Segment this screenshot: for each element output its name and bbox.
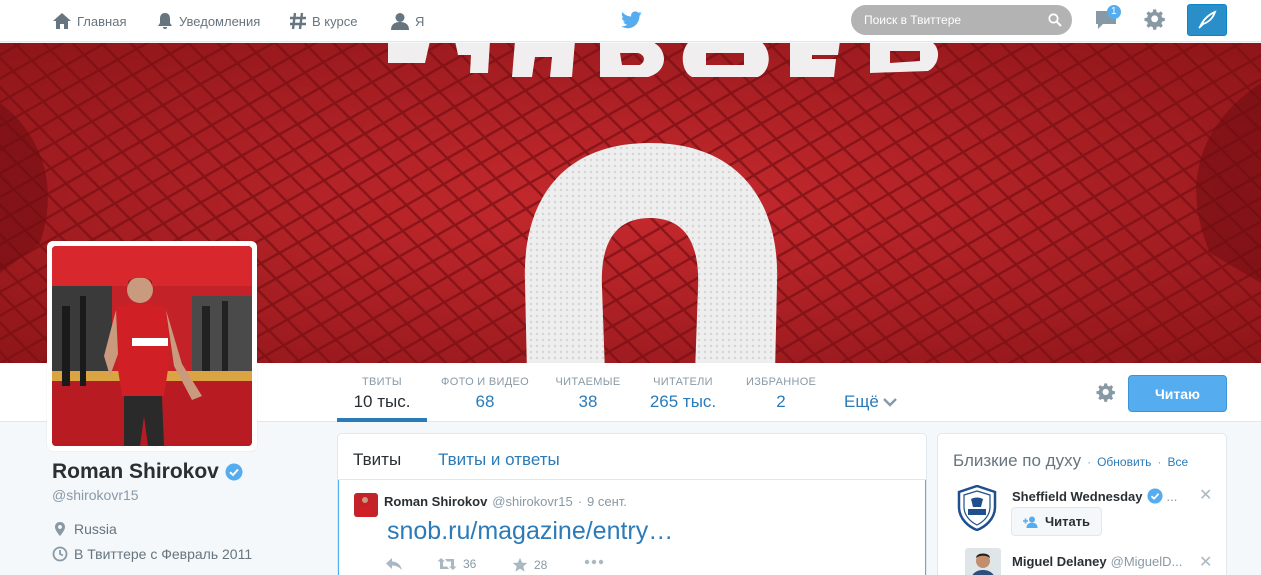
dismiss-suggestion-close-icon[interactable]: ✕ xyxy=(1199,552,1212,572)
nav-discover-label: В курсе xyxy=(312,13,358,29)
tweets-timeline: Твиты Твиты и ответы Roman Shirokov @shi… xyxy=(337,433,927,575)
tweet-author-avatar[interactable] xyxy=(354,493,378,517)
stat-photos-value: 68 xyxy=(475,392,495,411)
timeline-tabs: Твиты Твиты и ответы xyxy=(338,434,926,480)
stat-followers[interactable]: ЧИТАТЕЛИ 265 тыс. xyxy=(645,376,721,412)
location-text: Russia xyxy=(74,521,117,537)
person-icon xyxy=(391,13,409,30)
refresh-link[interactable]: Обновить xyxy=(1097,455,1151,469)
profile-settings-gear-icon[interactable] xyxy=(1096,383,1116,403)
tweet-item[interactable]: Roman Shirokov @shirokovr15 · 9 сент. sn… xyxy=(338,480,926,575)
messages-badge: 1 xyxy=(1107,5,1121,19)
stat-tweets[interactable]: ТВИТЫ 10 тыс. xyxy=(352,376,412,412)
tweet-author-handle[interactable]: @shirokovr15 xyxy=(492,494,572,509)
nav-notifications-label: Уведомления xyxy=(179,13,261,29)
stat-favorites-label: ИЗБРАННОЕ xyxy=(746,376,817,388)
who-to-follow-title: Близкие по духу xyxy=(953,451,1082,470)
reply-icon xyxy=(386,558,402,570)
tweet-header: Roman Shirokov @shirokovr15 · 9 сент. xyxy=(384,494,627,509)
stat-photos-label: ФОТО И ВИДЕО xyxy=(441,376,529,388)
following-button[interactable]: Читаю xyxy=(1128,375,1227,412)
nav-home-label: Главная xyxy=(77,13,127,29)
twitter-bird-icon[interactable] xyxy=(621,11,642,29)
sheffield-wednesday-crest[interactable] xyxy=(957,485,997,531)
tweet-link[interactable]: snob.ru/magazine/entry… xyxy=(387,517,673,546)
compose-tweet-button[interactable] xyxy=(1187,4,1227,36)
view-all-link[interactable]: Все xyxy=(1167,455,1188,469)
nav-me-label: Я xyxy=(415,13,425,29)
tab-tweets[interactable]: Твиты xyxy=(353,450,401,470)
top-navigation-bar: Главная Уведомления В курсе Я Поиск в Тв… xyxy=(0,0,1261,42)
tweet-date[interactable]: 9 сент. xyxy=(587,494,627,509)
avatar-photo xyxy=(52,246,252,446)
stat-followers-label: ЧИТАТЕЛИ xyxy=(653,376,713,388)
retweet-icon xyxy=(437,558,457,570)
dismiss-suggestion-close-icon[interactable]: ✕ xyxy=(1199,485,1212,505)
tweet-author-name[interactable]: Roman Shirokov xyxy=(384,494,487,509)
clock-icon xyxy=(52,546,68,562)
profile-name-text: Roman Shirokov xyxy=(52,460,219,483)
chevron-down-icon xyxy=(882,398,897,407)
active-tab-underline xyxy=(337,418,427,422)
stat-tweets-label: ТВИТЫ xyxy=(362,376,402,388)
follow-suggestion-label: Читать xyxy=(1044,514,1091,529)
link-separator: · xyxy=(1157,455,1162,469)
compose-quill-icon xyxy=(1198,10,1217,29)
nav-me[interactable]: Я xyxy=(390,0,424,42)
nav-notifications[interactable]: Уведомления xyxy=(156,0,260,42)
bell-icon xyxy=(158,13,172,29)
more-label: Ещё xyxy=(844,392,879,411)
location-pin-icon xyxy=(55,522,65,536)
suggestion-name[interactable]: Sheffield Wednesday xyxy=(1012,489,1143,504)
search-placeholder: Поиск в Твиттере xyxy=(864,13,962,27)
stat-following-label: ЧИТАЕМЫЕ xyxy=(555,376,621,388)
retweet-count: 36 xyxy=(463,557,477,571)
tab-tweets-and-replies[interactable]: Твиты и ответы xyxy=(438,450,560,470)
stat-favorites[interactable]: ИЗБРАННОЕ 2 xyxy=(746,376,816,412)
stat-photos-videos[interactable]: ФОТО И ВИДЕО 68 xyxy=(440,376,530,412)
verified-badge-icon xyxy=(1146,488,1163,504)
favorite-action[interactable]: 28 xyxy=(512,557,547,573)
profile-handle[interactable]: @shirokovr15 xyxy=(52,487,139,503)
suggestion-name[interactable]: Miguel Delaney xyxy=(1012,554,1107,569)
profile-avatar[interactable] xyxy=(47,241,257,451)
nav-discover[interactable]: В курсе xyxy=(289,0,357,42)
title-separator: · xyxy=(1087,455,1092,469)
tweet-separator: · xyxy=(577,494,583,509)
more-actions[interactable] xyxy=(584,559,604,565)
verified-badge-icon xyxy=(225,463,243,481)
profile-location: Russia xyxy=(52,521,117,537)
star-icon xyxy=(512,557,528,572)
home-icon xyxy=(53,13,71,29)
profile-name: Roman Shirokov xyxy=(52,460,243,484)
stat-favorites-value: 2 xyxy=(776,392,786,411)
tweet-avatar-image xyxy=(354,493,378,517)
search-input[interactable]: Поиск в Твиттере xyxy=(851,5,1072,35)
favorite-count: 28 xyxy=(534,558,548,572)
suggestion-avatar-miguel-delaney[interactable] xyxy=(965,548,1001,575)
suggestion-miguel-delaney[interactable]: Miguel Delaney @MiguelD... xyxy=(1012,554,1182,569)
stat-following[interactable]: ЧИТАЕМЫЕ 38 xyxy=(555,376,621,412)
hashtag-icon xyxy=(290,12,306,30)
suggestion-sheffield-wednesday[interactable]: Sheffield Wednesday ... xyxy=(1012,488,1177,504)
retweet-action[interactable]: 36 xyxy=(437,557,476,571)
add-user-icon xyxy=(1022,516,1038,528)
settings-gear-icon[interactable] xyxy=(1144,9,1166,31)
suggestion-handle: @MiguelD... xyxy=(1110,554,1183,569)
reply-action[interactable] xyxy=(385,557,403,571)
profile-joined-date: В Твиттере с Февраль 2011 xyxy=(52,546,252,562)
search-icon[interactable] xyxy=(1048,13,1062,27)
nav-home[interactable]: Главная xyxy=(52,0,126,42)
stat-followers-value: 265 тыс. xyxy=(649,392,717,411)
suggestion-handle: ... xyxy=(1166,488,1178,504)
stat-tweets-value: 10 тыс. xyxy=(353,392,411,411)
joined-text: В Твиттере с Февраль 2011 xyxy=(74,546,253,562)
ellipsis-icon xyxy=(584,559,604,565)
who-to-follow-header: Близкие по духу · Обновить · Все xyxy=(953,451,1188,471)
stat-following-value: 38 xyxy=(578,392,598,411)
more-dropdown[interactable]: Ещё xyxy=(844,392,897,412)
follow-suggestion-button[interactable]: Читать xyxy=(1011,507,1102,536)
